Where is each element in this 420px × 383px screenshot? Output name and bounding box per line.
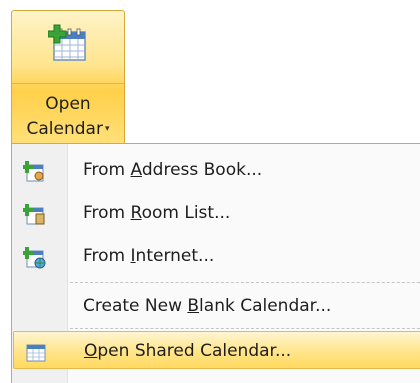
menu-item-label: From Room List... — [83, 203, 231, 223]
menu-item-create-new-blank-calendar[interactable]: Create New Blank Calendar... — [13, 287, 420, 325]
open-calendar-button-top[interactable] — [12, 11, 124, 84]
menu-item-from-internet[interactable]: From Internet... — [13, 237, 420, 275]
open-calendar-split-button[interactable]: Open Calendar ▾ — [11, 10, 125, 146]
menu-item-from-room-list[interactable]: From Room List... — [13, 194, 420, 232]
menu-item-label: Open Shared Calendar... — [84, 341, 292, 361]
menu-separator — [70, 282, 420, 283]
menu-item-open-shared-calendar[interactable]: Open Shared Calendar... — [13, 331, 420, 369]
room-list-calendar-icon — [23, 204, 45, 225]
calendar-add-icon — [48, 24, 86, 61]
menu-item-label: From Address Book... — [83, 160, 263, 180]
shared-calendar-icon — [26, 344, 46, 362]
open-calendar-menu: From Address Book... From Room List... F… — [11, 143, 420, 383]
address-book-calendar-icon — [23, 161, 44, 182]
open-calendar-label-text: Calendar — [26, 119, 103, 139]
menu-item-from-address-book[interactable]: From Address Book... — [13, 151, 420, 189]
open-calendar-label-line2[interactable]: Calendar ▾ — [12, 119, 124, 139]
menu-item-label: From Internet... — [83, 246, 215, 266]
dropdown-arrow-icon[interactable]: ▾ — [105, 124, 110, 134]
menu-separator — [70, 328, 420, 329]
internet-calendar-icon — [23, 247, 46, 269]
open-calendar-label-line1: Open — [45, 94, 91, 114]
menu-item-label: Create New Blank Calendar... — [83, 296, 332, 316]
